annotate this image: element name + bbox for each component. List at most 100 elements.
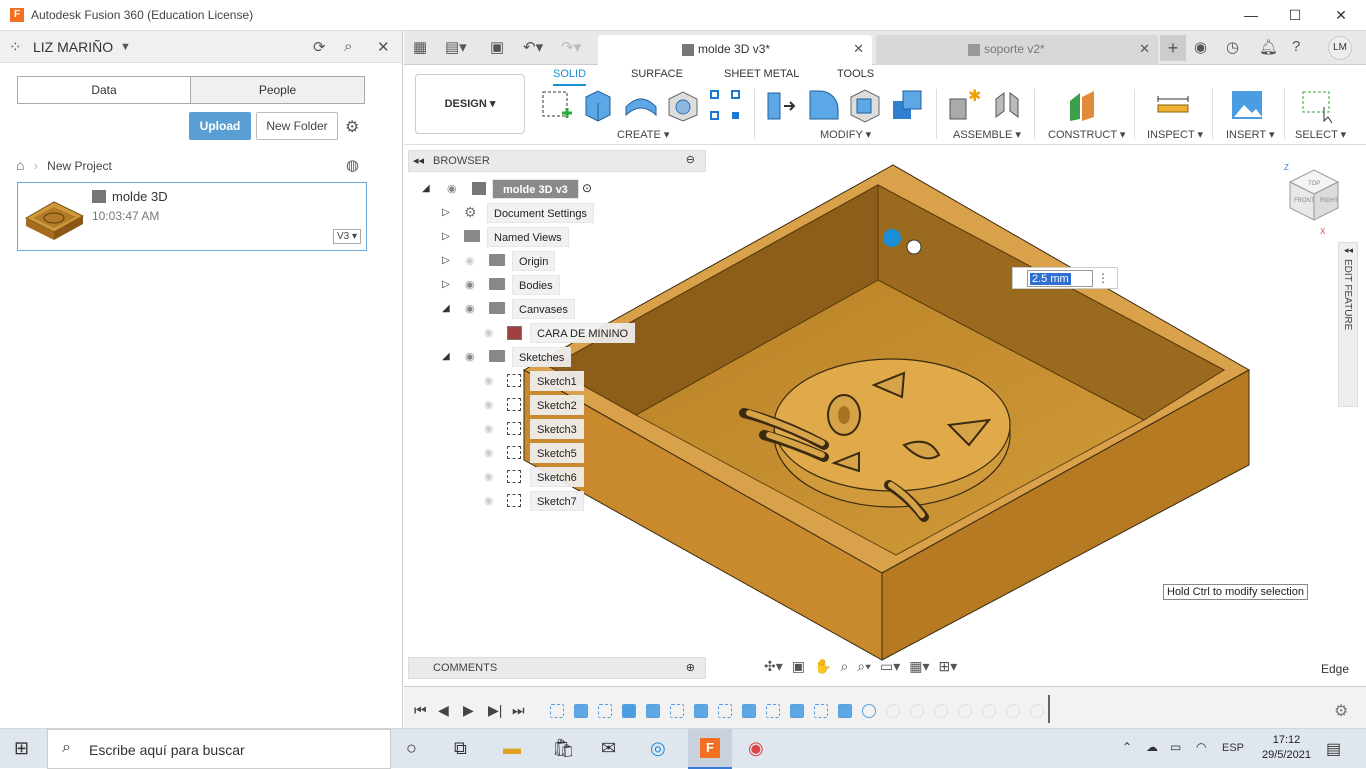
task-view-icon[interactable]: ⧉ [454, 738, 467, 759]
visibility-icon[interactable]: ◉ [484, 470, 494, 483]
avatar[interactable]: LM [1328, 36, 1352, 60]
store-icon[interactable]: 🛍︎ [552, 738, 575, 759]
browser-panel-header[interactable]: ◂◂ BROWSER ⊖ [408, 150, 706, 172]
visibility-icon[interactable]: ◉ [465, 278, 475, 291]
tab-sheet-metal[interactable]: SHEET METAL [724, 68, 799, 80]
close-tab-icon[interactable]: ✕ [1139, 35, 1150, 63]
timeline-sketch[interactable] [814, 704, 828, 718]
browser-node-canvases[interactable]: ◢ ◉ Canvases [442, 299, 612, 319]
close-tab-icon[interactable]: ✕ [853, 35, 864, 63]
expand-triangle-icon[interactable]: ▷ [442, 207, 450, 218]
zoom-icon[interactable]: ⌕ [840, 658, 848, 675]
tab-people[interactable]: People [190, 76, 365, 104]
play-icon[interactable]: ▶ [463, 702, 474, 719]
modify-group-label[interactable]: MODIFY ▾ [820, 128, 871, 141]
browser-node-sketches[interactable]: ◢ ◉ Sketches [442, 347, 612, 367]
viewports-icon[interactable]: ⊞▾ [939, 658, 958, 675]
visibility-icon[interactable]: ◉ [484, 422, 494, 435]
visibility-icon[interactable]: ◉ [484, 446, 494, 459]
expand-triangle-icon[interactable]: ▷ [442, 279, 450, 290]
language-indicator[interactable]: ESP [1222, 742, 1244, 754]
comments-panel[interactable]: COMMENTS ⊕ [408, 657, 706, 679]
browser-node-sketch[interactable]: ◉ Sketch7 [480, 491, 590, 511]
viewcube[interactable]: TOP FRONT RIGHT Z X [1280, 160, 1346, 240]
timeline-fillet[interactable] [886, 704, 900, 718]
minimize-button[interactable]: — [1236, 4, 1266, 26]
file-icon[interactable]: ▤▾ [445, 38, 467, 56]
timeline-marker[interactable] [1048, 695, 1050, 723]
battery-icon[interactable]: ▭ [1170, 740, 1181, 754]
browser-node-sketch[interactable]: ◉ Sketch3 [480, 419, 590, 439]
new-folder-button[interactable]: New Folder [256, 112, 338, 140]
timeline-fillet[interactable] [958, 704, 972, 718]
timeline-sketch[interactable] [598, 704, 612, 718]
job-status-icon[interactable]: ◷ [1226, 38, 1239, 56]
timeline-extrude[interactable] [646, 704, 660, 718]
file-explorer-icon[interactable]: ▬ [503, 738, 521, 759]
selection-filter[interactable]: Edge [1321, 662, 1349, 676]
look-at-icon[interactable]: ▣ [792, 658, 805, 675]
maximize-button[interactable]: ☐ [1280, 4, 1310, 26]
insert-group-label[interactable]: INSERT ▾ [1226, 128, 1275, 141]
expand-triangle-icon[interactable]: ▷ [442, 231, 450, 242]
visibility-icon[interactable]: ◉ [484, 326, 494, 339]
timeline-sketch[interactable] [766, 704, 780, 718]
browser-root[interactable]: ◢ ◉ molde 3D v3 ⊙ [422, 179, 622, 199]
fillet-icon[interactable] [806, 87, 840, 123]
timeline-fillet[interactable] [982, 704, 996, 718]
activate-icon[interactable]: ⊙ [582, 181, 592, 195]
add-comment-icon[interactable]: ⊕ [686, 661, 695, 674]
visibility-icon[interactable]: ◉ [465, 302, 475, 315]
browser-node-named-views[interactable]: ▷ Named Views [442, 227, 612, 247]
more-options-icon[interactable]: ⋮ [1097, 271, 1109, 285]
timeline-extrude[interactable] [838, 704, 852, 718]
visibility-icon[interactable]: ◉ [447, 182, 457, 195]
visibility-icon[interactable]: ◉ [484, 398, 494, 411]
version-badge[interactable]: V3 ▾ [332, 229, 361, 244]
select-group-label[interactable]: SELECT ▾ [1295, 128, 1346, 141]
timeline-settings-icon[interactable]: ⚙ [1334, 701, 1348, 721]
edit-feature-panel[interactable]: ◂◂ EDIT FEATURE [1338, 242, 1358, 407]
tab-surface[interactable]: SURFACE [631, 68, 683, 80]
home-icon[interactable]: ⌂ [16, 157, 24, 173]
windows-start-icon[interactable]: ⊞ [14, 738, 29, 759]
notification-center-icon[interactable]: ▤ [1326, 739, 1341, 759]
browser-node-origin[interactable]: ▷ ◉ Origin [442, 251, 612, 271]
fit-icon[interactable]: ⌕▾ [857, 658, 871, 675]
combine-icon[interactable] [890, 87, 924, 123]
close-button[interactable]: ✕ [1326, 4, 1356, 26]
browser-node-sketch[interactable]: ◉ Sketch1 [480, 371, 590, 391]
minimize-browser-icon[interactable]: ⊖ [686, 153, 695, 166]
timeline-extrude[interactable] [790, 704, 804, 718]
timeline-extrude[interactable] [574, 704, 588, 718]
expand-panel-icon[interactable]: ◂◂ [1344, 245, 1353, 256]
new-tab-icon[interactable]: + [1160, 35, 1186, 61]
workspace-switcher[interactable]: DESIGN ▾ [415, 74, 525, 134]
search-icon[interactable]: ⌕ [344, 38, 352, 55]
step-back-icon[interactable]: ◀ [438, 702, 449, 719]
chevron-down-icon[interactable]: ▼ [120, 41, 131, 53]
refresh-icon[interactable]: ⟳ [313, 38, 326, 56]
tab-molde-3d[interactable]: molde 3D v3* ✕ [598, 35, 872, 65]
timeline-extrude[interactable] [694, 704, 708, 718]
create-group-label[interactable]: CREATE ▾ [617, 128, 669, 141]
timeline-fillet[interactable] [1006, 704, 1020, 718]
close-panel-icon[interactable]: ✕ [377, 38, 390, 56]
hole-icon[interactable] [666, 87, 700, 123]
timeline-fillet[interactable] [910, 704, 924, 718]
browser-node-sketch[interactable]: ◉ Sketch2 [480, 395, 590, 415]
collapse-triangle-icon[interactable]: ◢ [442, 303, 450, 314]
tab-soporte[interactable]: soporte v2* ✕ [876, 35, 1158, 65]
user-name[interactable]: LIZ MARIÑO [33, 39, 113, 55]
browser-node-document-settings[interactable]: ▷ ⚙ Document Settings [442, 203, 612, 223]
chrome-icon[interactable]: ◉ [748, 738, 764, 759]
joint-icon[interactable] [990, 87, 1024, 123]
extensions-icon[interactable]: ◉ [1194, 38, 1207, 56]
shell-icon[interactable] [848, 87, 882, 123]
edge-browser-icon[interactable]: ◎ [650, 738, 666, 759]
tab-data[interactable]: Data [17, 76, 191, 104]
visibility-icon[interactable]: ◉ [484, 494, 494, 507]
visibility-icon[interactable]: ◉ [465, 254, 475, 267]
design-card[interactable]: molde 3D 10:03:47 AM V3 ▾ [17, 182, 367, 251]
display-settings-icon[interactable]: ▭▾ [880, 658, 900, 675]
